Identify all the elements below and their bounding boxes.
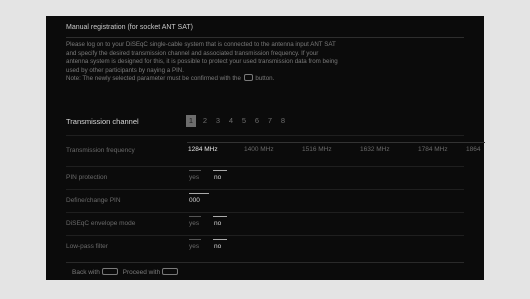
description-line: Please log on to your DiSEqC single-cabl…: [66, 41, 336, 48]
define-pin-label: Define/change PIN: [66, 197, 121, 204]
ok-key-icon: [243, 74, 253, 81]
pin-protection-label: PIN protection: [66, 174, 108, 181]
channel-7-option[interactable]: 7: [265, 115, 275, 127]
low-pass-no-option[interactable]: no: [214, 243, 221, 250]
channel-3-option[interactable]: 3: [213, 115, 223, 127]
row-divider: [66, 166, 464, 167]
channel-6-option[interactable]: 6: [252, 115, 262, 127]
transmission-channel-label: Transmission channel: [66, 117, 139, 126]
channel-8-option[interactable]: 8: [278, 115, 288, 127]
pin-protection-no-option[interactable]: no: [214, 174, 221, 181]
row-divider: [66, 189, 464, 190]
note-line: Note: The newly selected parameter must …: [66, 74, 466, 84]
low-pass-yes-option[interactable]: yes: [189, 243, 199, 250]
description: Please log on to your DiSEqC single-cabl…: [66, 41, 466, 84]
pin-protection-yes-option[interactable]: yes: [189, 174, 199, 181]
transmission-frequency-label: Transmission frequency: [66, 147, 135, 154]
channel-5-option[interactable]: 5: [239, 115, 249, 127]
yes-rule: [189, 239, 201, 240]
row-divider: [66, 235, 464, 236]
envelope-yes-option[interactable]: yes: [189, 220, 199, 227]
note-prefix: Note: The newly selected parameter must …: [66, 75, 241, 83]
page-title: Manual registration (for socket ANT SAT): [66, 24, 193, 31]
proceed-key-icon[interactable]: [162, 268, 179, 275]
row-divider: [66, 135, 464, 136]
tv-screen: Manual registration (for socket ANT SAT)…: [46, 16, 485, 280]
footer-divider: [66, 262, 464, 263]
description-line: used by other participants by naying a P…: [66, 66, 184, 74]
frequency-option[interactable]: 1516 MHz: [302, 146, 332, 153]
frequency-option[interactable]: 1284 MHz: [188, 146, 218, 153]
pin-rule: [189, 193, 209, 194]
frequency-option[interactable]: 1864: [466, 146, 480, 153]
proceed-hint: Proceed with: [122, 269, 161, 277]
frequency-option[interactable]: 1400 MHz: [244, 146, 274, 153]
yes-rule: [189, 216, 201, 217]
description-line: and specify the desired transmission cha…: [66, 49, 319, 57]
note-suffix: button.: [255, 75, 275, 83]
description-line: antenna system is designed for this, it …: [66, 58, 338, 65]
back-key-icon[interactable]: [101, 268, 118, 275]
frequency-selector[interactable]: 1284 MHz 1400 MHz 1516 MHz 1632 MHz 1784…: [186, 146, 484, 160]
no-rule: [213, 216, 227, 217]
low-pass-filter-label: Low-pass filter: [66, 243, 108, 250]
channel-1-option[interactable]: 1: [186, 115, 196, 127]
channel-4-option[interactable]: 4: [226, 115, 236, 127]
no-rule: [213, 170, 227, 171]
frequency-rule: [187, 142, 485, 143]
envelope-no-option[interactable]: no: [214, 220, 221, 227]
footer: Back with Proceed with: [72, 268, 181, 277]
yes-rule: [189, 170, 201, 171]
envelope-mode-label: DiSEqC envelope mode: [66, 220, 136, 227]
frequency-option[interactable]: 1632 MHz: [360, 146, 390, 153]
frequency-option[interactable]: 1784 MHz: [418, 146, 448, 153]
title-divider: [66, 37, 464, 38]
row-divider: [66, 212, 464, 213]
no-rule: [213, 239, 227, 240]
back-hint: Back with: [72, 269, 100, 277]
pin-input[interactable]: 000: [189, 197, 200, 204]
channel-2-option[interactable]: 2: [200, 115, 210, 127]
